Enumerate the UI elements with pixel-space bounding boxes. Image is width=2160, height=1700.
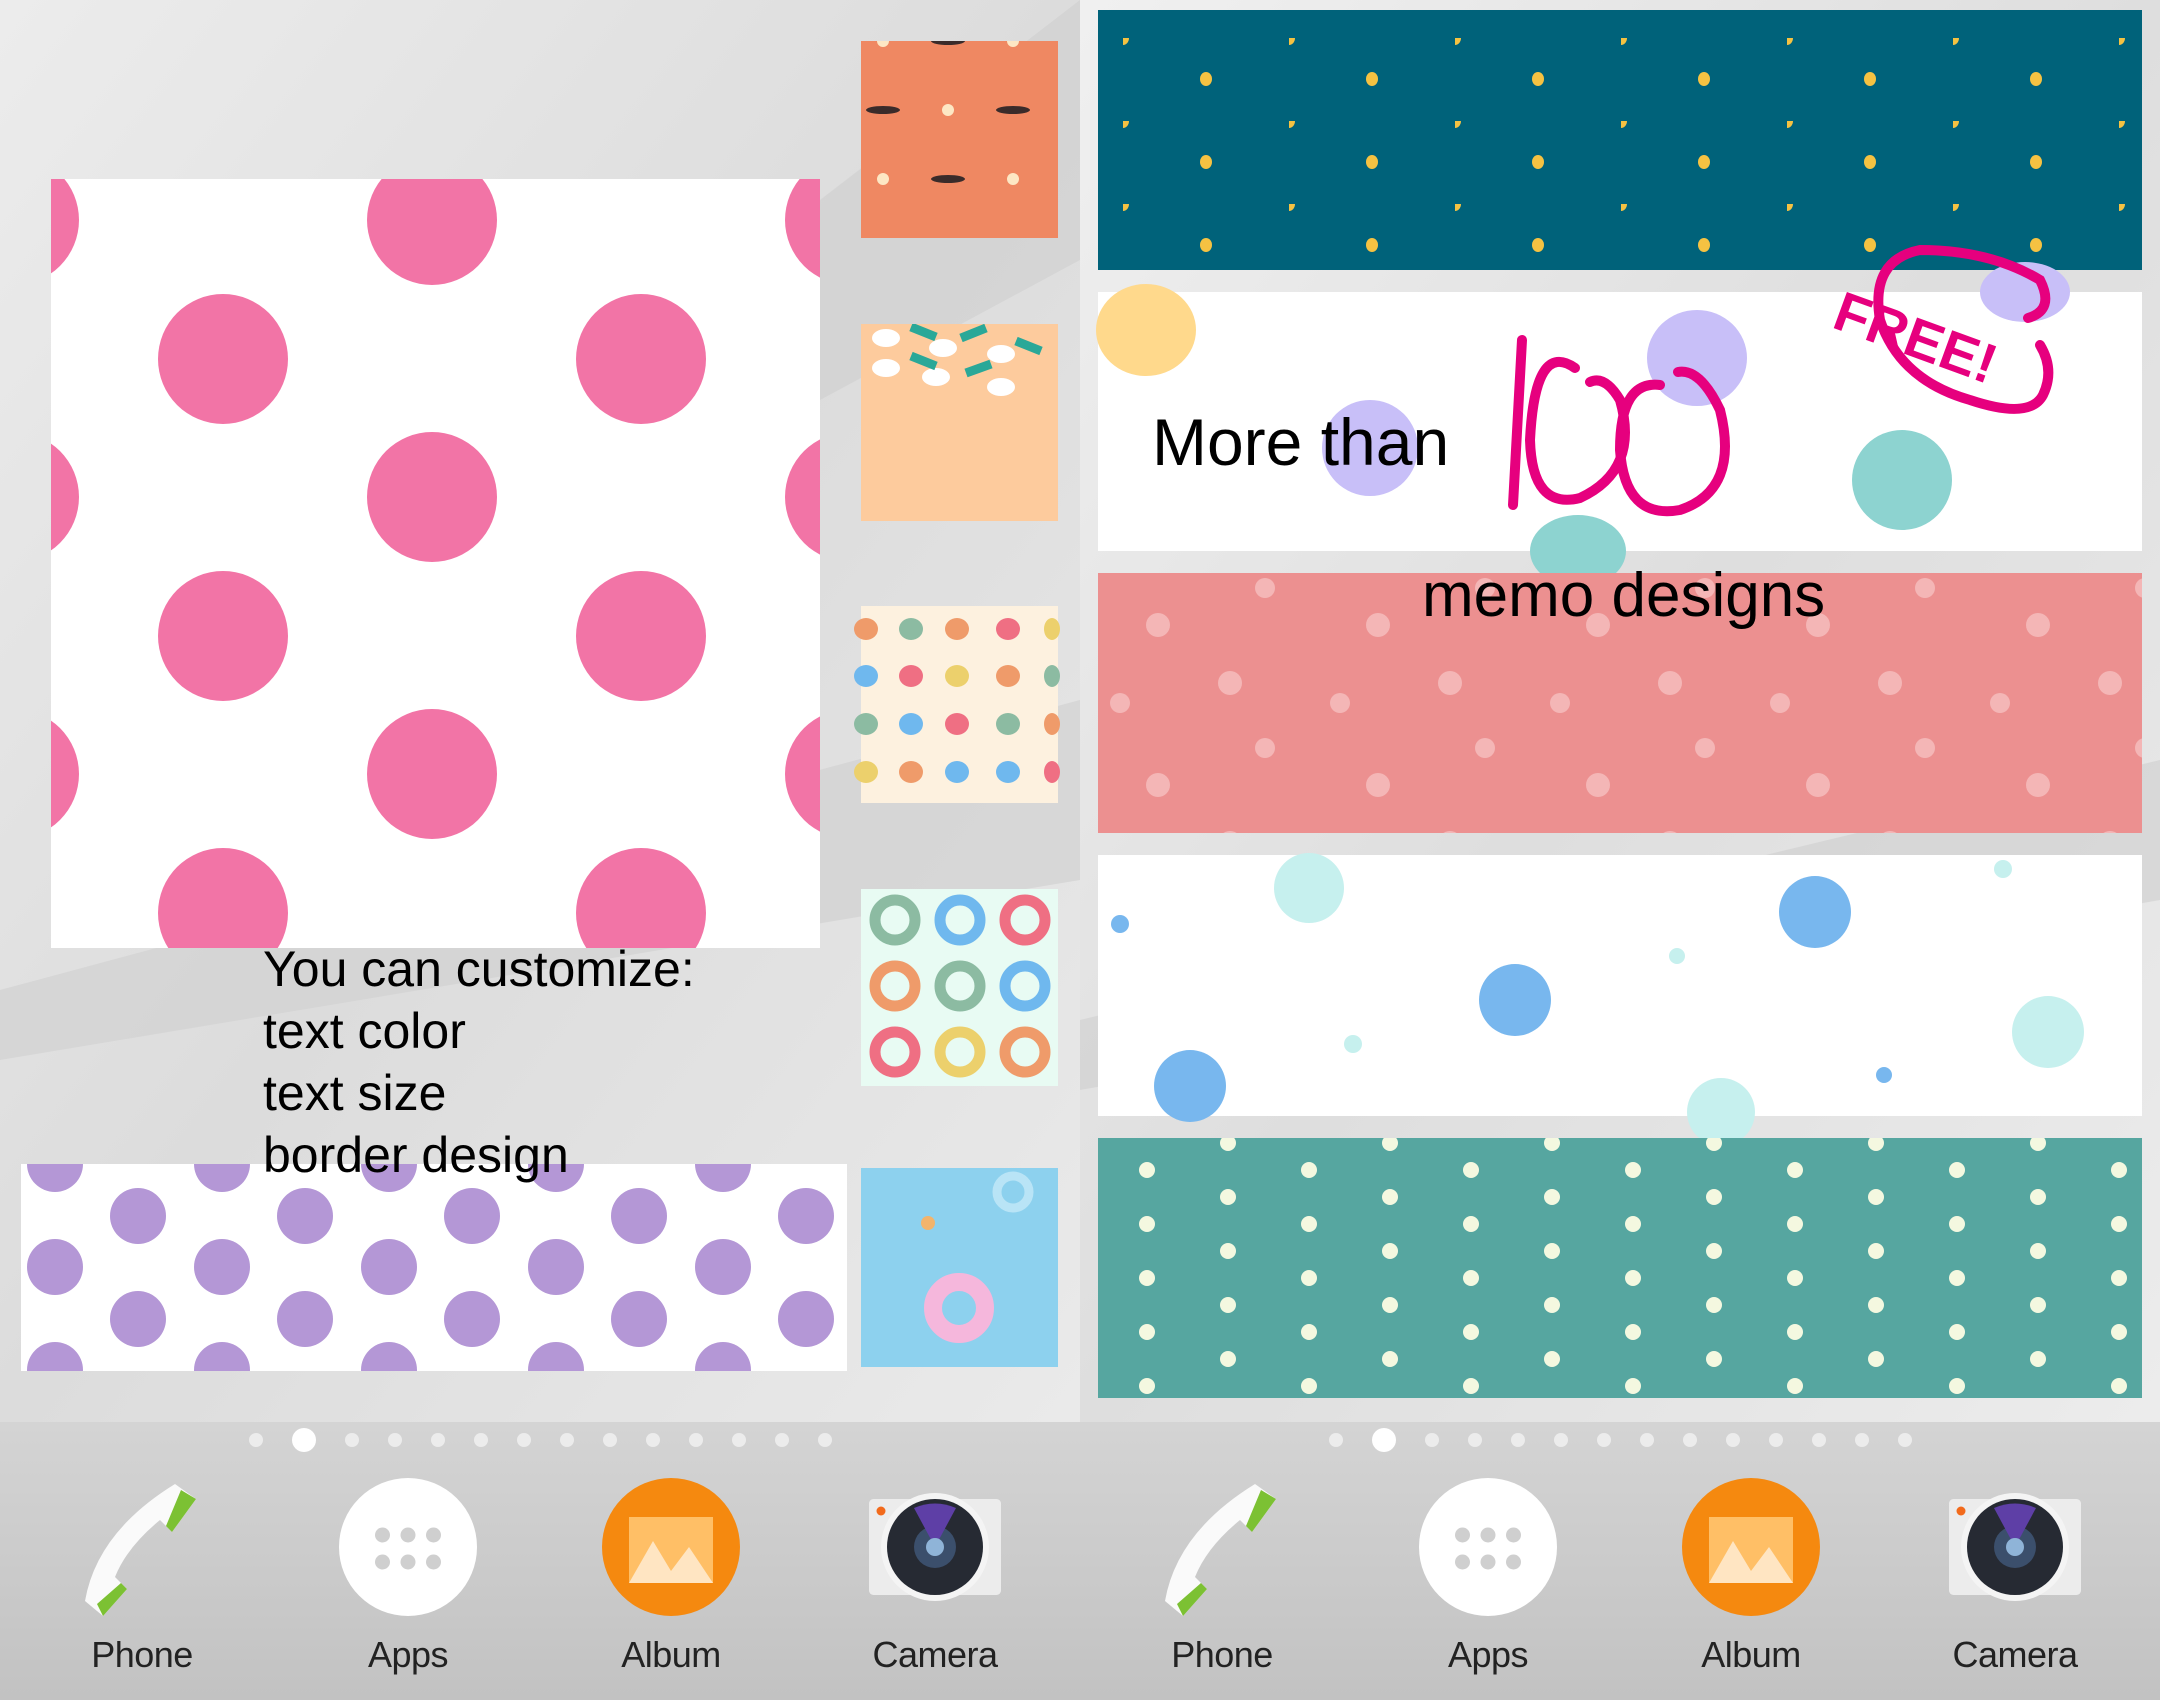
apps-grid-icon xyxy=(339,1478,477,1616)
phone-app[interactable]: Phone xyxy=(1122,1472,1322,1676)
page-dot[interactable] xyxy=(1553,1433,1568,1447)
page-indicator[interactable] xyxy=(0,1428,1080,1452)
page-dot[interactable] xyxy=(1510,1433,1525,1447)
page-dot[interactable] xyxy=(817,1433,832,1447)
page-dot[interactable] xyxy=(1897,1433,1912,1447)
app-label: Phone xyxy=(91,1634,193,1675)
app-label: Apps xyxy=(1447,1634,1529,1675)
page-dot[interactable] xyxy=(1682,1433,1697,1447)
page-dot[interactable] xyxy=(248,1433,263,1447)
app-label: Camera xyxy=(872,1634,998,1675)
apps-button[interactable]: Apps xyxy=(308,1472,508,1676)
customize-option: text size xyxy=(263,1065,447,1121)
page-dot[interactable] xyxy=(602,1433,617,1447)
page-dot[interactable] xyxy=(1596,1433,1611,1447)
album-icon xyxy=(1682,1478,1820,1616)
dock: Phone Apps Album Camera xyxy=(0,1422,1080,1700)
page-dot[interactable] xyxy=(344,1433,359,1447)
page-dot[interactable] xyxy=(1424,1433,1439,1447)
customize-option: text color xyxy=(263,1003,466,1059)
apps-button[interactable]: Apps xyxy=(1388,1472,1588,1676)
page-dot[interactable] xyxy=(774,1433,789,1447)
headline-prefix: More than xyxy=(1152,405,1450,479)
phone-app[interactable]: Phone xyxy=(42,1472,242,1676)
camera-app[interactable]: Camera xyxy=(1915,1472,2115,1676)
right-home-screen: More than 100 memo designs FREE! Phone A… xyxy=(1080,0,2160,1700)
headline-suffix: memo designs xyxy=(1422,561,1826,630)
page-dot[interactable] xyxy=(1854,1433,1869,1447)
page-dot[interactable] xyxy=(1328,1433,1343,1447)
phone-icon xyxy=(85,1484,196,1616)
dock: Phone Apps Album Camera xyxy=(1080,1422,2160,1700)
page-dot[interactable] xyxy=(1768,1433,1783,1447)
album-app[interactable]: Album xyxy=(571,1472,771,1676)
page-dot[interactable] xyxy=(473,1433,488,1447)
page-dot[interactable] xyxy=(430,1433,445,1447)
app-label: Phone xyxy=(1171,1634,1273,1675)
app-label: Album xyxy=(1701,1634,1801,1675)
left-home-screen: You can customize: text color text size … xyxy=(0,0,1080,1700)
page-dot[interactable] xyxy=(1811,1433,1826,1447)
customize-option: border design xyxy=(263,1127,569,1183)
apps-grid-icon xyxy=(1419,1478,1557,1616)
page-dot[interactable] xyxy=(559,1433,574,1447)
camera-icon xyxy=(1949,1493,2081,1601)
page-dot[interactable] xyxy=(516,1433,531,1447)
album-app[interactable]: Album xyxy=(1651,1472,1851,1676)
album-icon xyxy=(602,1478,740,1616)
page-dot[interactable] xyxy=(1725,1433,1740,1447)
page-dot[interactable] xyxy=(1639,1433,1654,1447)
page-dot[interactable] xyxy=(291,1428,316,1452)
app-label: Apps xyxy=(367,1634,449,1675)
page-indicator[interactable] xyxy=(1080,1428,2160,1452)
page-dot[interactable] xyxy=(1371,1428,1396,1452)
customize-heading: You can customize: xyxy=(263,941,695,997)
wallpaper-left xyxy=(0,0,1080,1422)
page-dot[interactable] xyxy=(731,1433,746,1447)
page-dot[interactable] xyxy=(645,1433,660,1447)
app-label: Camera xyxy=(1952,1634,2078,1675)
phone-icon xyxy=(1165,1484,1276,1616)
page-dot[interactable] xyxy=(1467,1433,1482,1447)
page-dot[interactable] xyxy=(387,1433,402,1447)
camera-app[interactable]: Camera xyxy=(835,1472,1035,1676)
camera-icon xyxy=(869,1493,1001,1601)
app-label: Album xyxy=(621,1634,721,1675)
page-dot[interactable] xyxy=(688,1433,703,1447)
wallpaper-right xyxy=(1080,0,2160,1422)
